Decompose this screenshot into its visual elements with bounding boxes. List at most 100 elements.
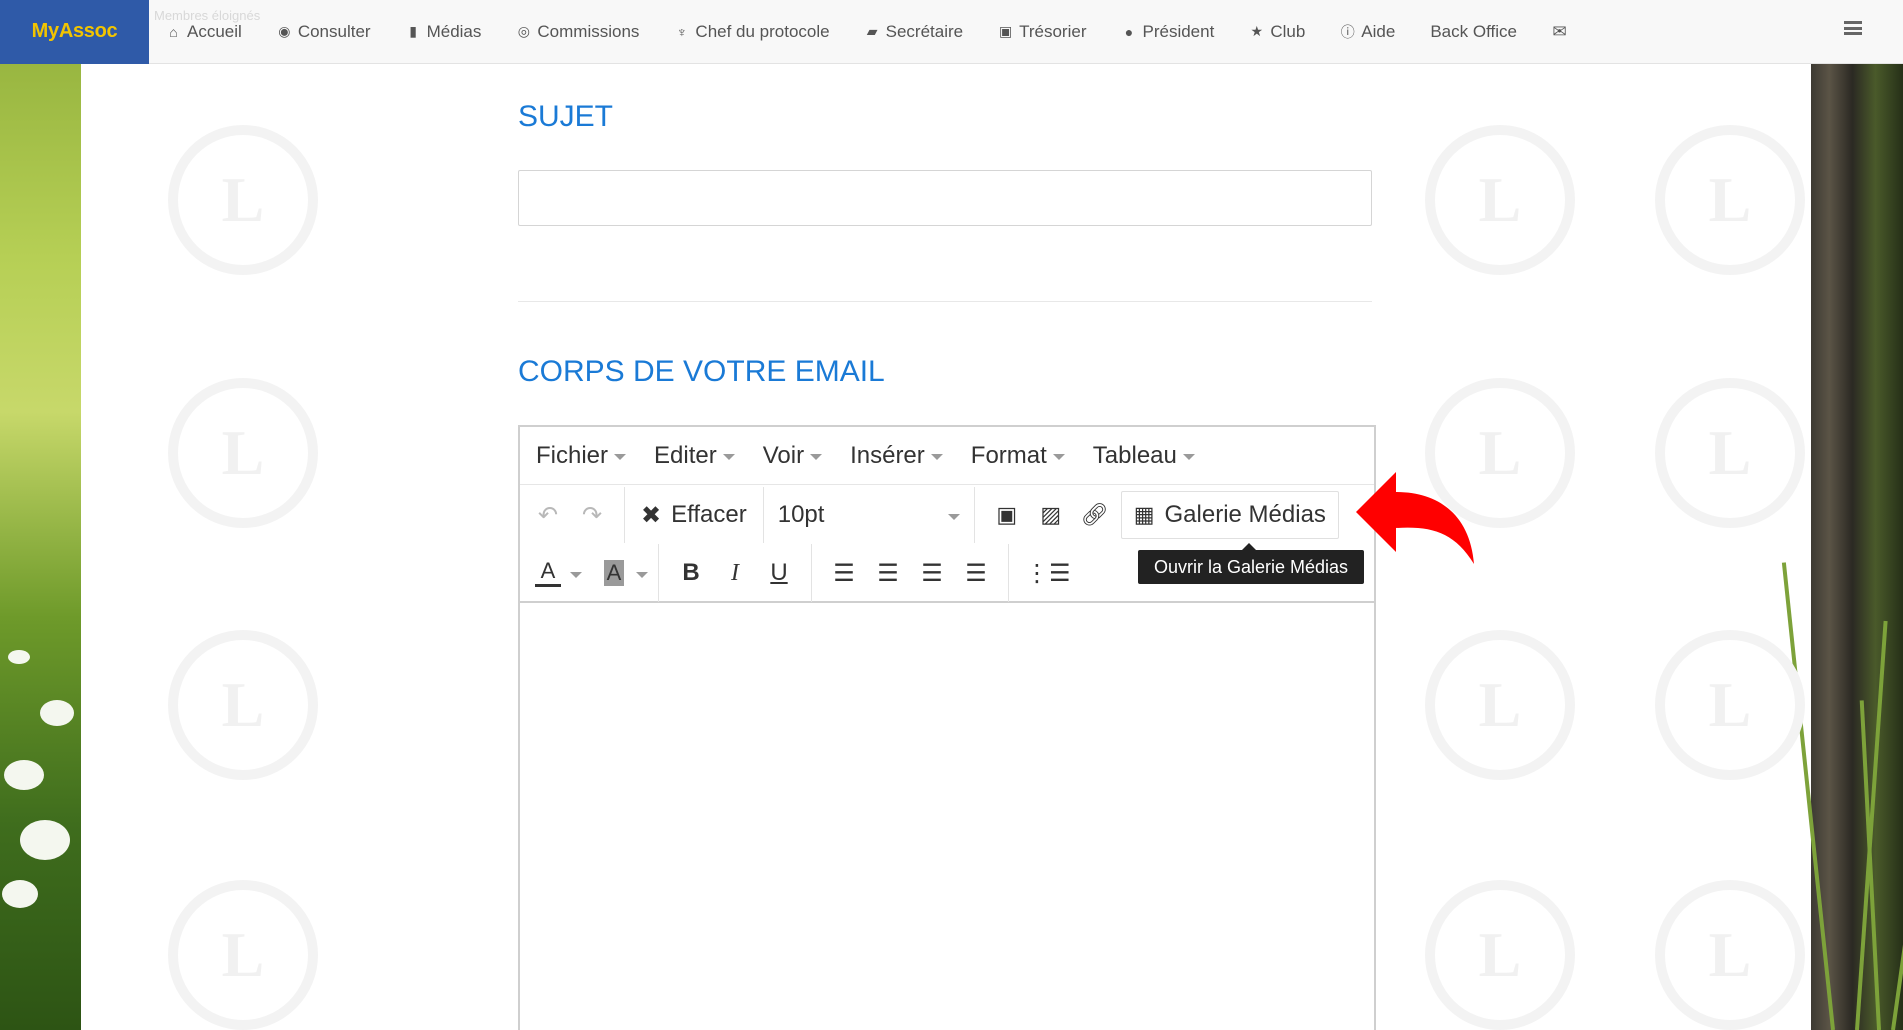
menu-label: Insérer [850, 441, 925, 469]
font-size-select[interactable]: 10pt [764, 493, 974, 537]
caret-down-icon[interactable] [570, 571, 582, 578]
menu-label: Format [970, 441, 1047, 469]
divider [518, 301, 1372, 302]
caret-down-icon [614, 454, 627, 460]
align-left-button[interactable]: ☰ [822, 551, 866, 595]
subject-input[interactable] [518, 170, 1372, 226]
background-color-button[interactable]: A [592, 551, 636, 595]
nav-item-label: Président [1142, 21, 1215, 41]
redo-icon: ↷ [581, 501, 603, 529]
nav-item-secretaire[interactable]: ▰ Secrétaire [865, 22, 963, 42]
bullet-list-icon: ⋮☰ [1025, 559, 1071, 587]
caret-down-icon [930, 454, 943, 460]
nav-item-label: Chef du protocole [695, 21, 830, 41]
align-justify-icon: ☰ [965, 559, 987, 587]
nav-item-commissions[interactable]: ◎ Commissions [516, 21, 640, 42]
subject-title: SUJET [518, 100, 614, 133]
underline-button[interactable]: U [757, 551, 801, 595]
redo-button[interactable]: ↷ [570, 493, 614, 537]
nav-item-aide[interactable]: ⓘ Aide [1340, 21, 1396, 42]
undo-button[interactable]: ↶ [526, 493, 570, 537]
eye-icon: ◉ [278, 23, 291, 39]
insert-image-button[interactable]: ▨ [1029, 493, 1073, 537]
nav-item-label: Club [1270, 21, 1306, 41]
nav-item-label: Consulter [297, 21, 371, 41]
clear-format-label: Effacer [671, 501, 747, 528]
body-title: CORPS DE VOTRE EMAIL [518, 355, 885, 388]
menu-tableau[interactable]: Tableau [1093, 442, 1195, 470]
italic-button[interactable]: I [713, 551, 757, 595]
lions-watermark-icon [168, 125, 318, 275]
menu-label: Fichier [536, 441, 609, 469]
align-right-button[interactable]: ☰ [910, 551, 954, 595]
nav-item-label: Accueil [187, 21, 242, 41]
nav-item-label: Back Office [1430, 21, 1517, 41]
nav-item-club[interactable]: ★ Club [1249, 21, 1306, 42]
nav-item-tresorier[interactable]: ▣ Trésorier [998, 21, 1087, 42]
nav-item-label: Aide [1361, 21, 1396, 41]
lions-watermark-icon [168, 880, 318, 1030]
top-navbar: MyAssoc Membres éloignés ⌂ Accueil ◉ Con… [0, 0, 1903, 64]
star-icon: ★ [1250, 23, 1264, 39]
lions-watermark-icon [1425, 125, 1575, 275]
insert-video-button[interactable]: ▣ [985, 493, 1029, 537]
editor-toolbar-row-1: ↶ ↷ ✖ Effacer 10pt ▣ ▨ 🔗︎ ▦ Galerie Médi… [520, 487, 1374, 543]
nav-item-label: Médias [426, 21, 482, 41]
nav-item-label: Commissions [537, 21, 640, 41]
caret-down-icon [1182, 454, 1195, 460]
image-icon: ▨ [1040, 502, 1062, 527]
film-icon: ▣ [996, 502, 1018, 527]
bullet-list-button[interactable]: ⋮☰ [1019, 551, 1077, 595]
lions-watermark-icon [168, 378, 318, 528]
close-icon: ✖ [641, 501, 662, 529]
nav-item-consulter[interactable]: ◉ Consulter [277, 21, 371, 42]
background-left-image [0, 0, 81, 1030]
align-justify-button[interactable]: ☰ [954, 551, 998, 595]
align-center-button[interactable]: ☰ [866, 551, 910, 595]
media-gallery-tooltip: Ouvrir la Galerie Médias [1138, 543, 1364, 584]
nav-item-accueil[interactable]: ⌂ Accueil [166, 22, 242, 42]
menu-format[interactable]: Format [971, 442, 1065, 470]
envelope-icon: ✉ [1552, 21, 1567, 41]
menu-editer[interactable]: Editer [654, 442, 735, 470]
caret-down-icon [722, 454, 735, 460]
menu-label: Editer [654, 441, 717, 469]
lions-watermark-icon [1425, 630, 1575, 780]
insert-link-button[interactable]: 🔗︎ [1073, 493, 1117, 537]
menu-label: Voir [762, 441, 805, 469]
red-arrow-icon [1356, 472, 1474, 564]
editor-content-area[interactable] [520, 605, 1374, 1030]
menu-label: Tableau [1092, 441, 1177, 469]
rich-text-editor: Fichier Editer Voir Insérer Format Table… [518, 425, 1376, 1030]
caret-down-icon[interactable] [636, 571, 648, 578]
brand-logo[interactable]: MyAssoc [0, 0, 149, 64]
menu-voir[interactable]: Voir [762, 441, 823, 470]
menu-fichier[interactable]: Fichier [536, 441, 627, 470]
info-icon: ⓘ [1340, 23, 1355, 40]
editor-menubar: Fichier Editer Voir Insérer Format Table… [520, 427, 1374, 485]
nav-item-back-office[interactable]: Back Office [1430, 22, 1517, 42]
background-color-icon: A [603, 560, 625, 586]
caret-down-icon [947, 513, 960, 520]
nav-menu-icon[interactable] [1843, 18, 1863, 38]
nav-item-label: Trésorier [1019, 21, 1087, 41]
money-icon: ▣ [998, 23, 1013, 39]
lions-watermark-icon [1655, 125, 1805, 275]
font-size-value: 10pt [777, 501, 825, 528]
menu-inserer[interactable]: Insérer [850, 442, 943, 470]
bold-icon: B [682, 559, 700, 586]
bold-button[interactable]: B [669, 551, 713, 595]
nav-item-medias[interactable]: ▮ Médias [406, 21, 482, 42]
caret-down-icon [810, 454, 823, 460]
align-right-icon: ☰ [921, 559, 943, 587]
clear-format-button[interactable]: ✖ Effacer [635, 493, 753, 537]
background-right-image [1781, 0, 1903, 1030]
link-icon: 🔗︎ [1080, 502, 1109, 527]
nav-item-chef-du-protocole[interactable]: ♆ Chef du protocole [674, 21, 830, 42]
nav-item-president[interactable]: ● Président [1122, 22, 1215, 42]
nav-item-mail[interactable]: ✉ [1552, 22, 1567, 42]
media-gallery-button[interactable]: ▦ Galerie Médias [1120, 491, 1339, 539]
text-color-button[interactable]: A [526, 551, 570, 595]
user-circle-icon: ◎ [517, 23, 530, 39]
lions-watermark-icon [1655, 880, 1805, 1030]
